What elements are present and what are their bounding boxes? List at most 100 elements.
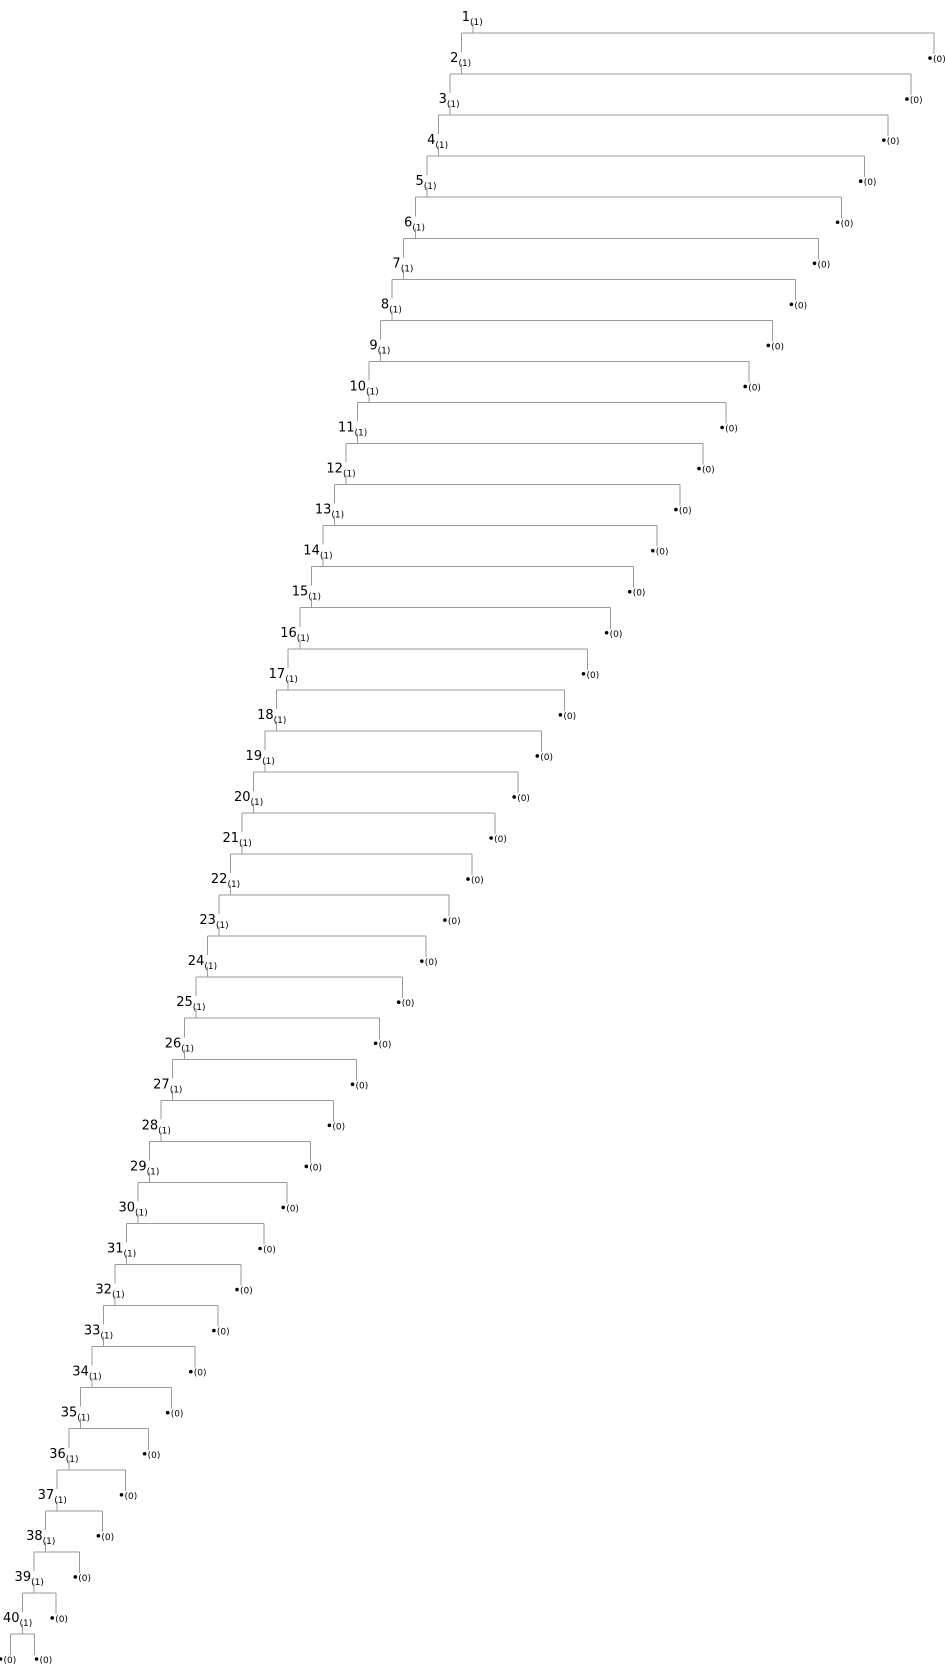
leaf-dot	[858, 179, 863, 183]
leaf-label: (0)	[818, 260, 831, 270]
node-label: 20	[234, 790, 251, 805]
leaf-dot	[697, 466, 701, 471]
leaf-label: (0)	[125, 1492, 138, 1502]
leaf-dot	[304, 1164, 309, 1169]
node-count: (1)	[470, 18, 483, 28]
leaf-label: (0)	[40, 1656, 53, 1666]
node-label: 28	[142, 1118, 159, 1133]
node-count: (1)	[112, 1291, 125, 1301]
node-count: (1)	[447, 100, 460, 110]
leaf-label: (0)	[910, 96, 923, 106]
node-label: 38	[26, 1529, 43, 1544]
leaf-dot	[835, 220, 840, 225]
node-label: 27	[153, 1077, 170, 1092]
node-label: 35	[61, 1406, 78, 1421]
leaf-label: (0)	[656, 548, 669, 558]
leaf-label: (0)	[379, 1040, 392, 1050]
node-count: (1)	[331, 511, 344, 521]
leaf-label: (0)	[148, 1451, 161, 1461]
leaf-dot	[581, 672, 586, 676]
leaf-dot	[651, 548, 655, 553]
binary-tree-diagram: 1 (1)(0)2 (1)(0)3 (1)(0)4 (1)(0)5 (1)(0)6 (1)(…	[0, 10, 945, 1666]
node-count: (1)	[31, 1578, 44, 1588]
leaf-dot	[96, 1534, 101, 1538]
node-label: 8	[381, 297, 389, 312]
leaf-dot	[535, 754, 540, 758]
leaf-label: (0)	[240, 1287, 253, 1297]
node-label: 26	[165, 1036, 182, 1051]
leaf-dot	[327, 1123, 332, 1128]
node-count: (1)	[435, 141, 448, 151]
node-label: 29	[130, 1159, 147, 1174]
leaf-dot	[882, 138, 886, 142]
node-count: (1)	[285, 675, 298, 685]
node-count: (1)	[458, 59, 471, 69]
leaf-label: (0)	[425, 958, 438, 968]
node-label: 15	[292, 585, 309, 600]
leaf-label: (0)	[356, 1081, 369, 1091]
node-count: (1)	[66, 1455, 79, 1465]
node-label: 22	[211, 872, 228, 887]
node-label: 36	[49, 1447, 66, 1462]
leaf-label: (0)	[771, 342, 784, 352]
leaf-label: (0)	[563, 712, 576, 722]
leaf-label: (0)	[887, 137, 900, 147]
leaf-dot	[766, 343, 771, 348]
leaf-label: (0)	[171, 1410, 184, 1420]
leaf-label: (0)	[55, 1615, 68, 1625]
leaf-label: (0)	[702, 466, 715, 476]
leaf-dot	[466, 877, 470, 881]
node-label: 37	[38, 1488, 55, 1503]
node-count: (1)	[227, 880, 240, 890]
leaf-dot	[119, 1493, 124, 1497]
node-count: (1)	[320, 552, 333, 562]
leaf-label: (0)	[794, 301, 807, 311]
leaf-dot	[189, 1369, 193, 1374]
node-label: 40	[3, 1611, 20, 1626]
leaf-dot	[928, 56, 932, 60]
node-count: (1)	[366, 387, 379, 397]
leaf-dot	[396, 1000, 401, 1004]
node-count: (1)	[343, 470, 356, 480]
leaf-label: (0)	[864, 178, 877, 188]
node-count: (1)	[193, 1003, 206, 1013]
leaf-label: (0)	[933, 55, 945, 65]
leaf-label: (0)	[263, 1246, 276, 1256]
leaf-dot	[350, 1082, 355, 1087]
node-count: (1)	[135, 1208, 148, 1218]
leaf-dot	[212, 1328, 216, 1333]
node-label: 12	[326, 462, 343, 477]
node-label: 6	[404, 215, 412, 230]
leaf-dot	[512, 795, 516, 799]
node-count: (1)	[424, 182, 437, 192]
node-count: (1)	[147, 1167, 160, 1177]
node-count: (1)	[378, 346, 391, 356]
node-count: (1)	[181, 1044, 194, 1054]
leaf-label: (0)	[332, 1122, 345, 1132]
node-count: (1)	[77, 1414, 90, 1424]
leaf-dot	[443, 918, 447, 922]
node-label: 5	[416, 174, 424, 189]
leaf-label: (0)	[494, 835, 507, 845]
leaf-label: (0)	[540, 753, 553, 763]
node-label: 7	[392, 256, 400, 271]
node-label: 39	[15, 1570, 32, 1585]
node-count: (1)	[43, 1537, 56, 1547]
node-count: (1)	[158, 1126, 171, 1136]
leaf-label: (0)	[471, 876, 484, 886]
leaf-label: (0)	[78, 1574, 91, 1584]
leaf-label: (0)	[101, 1533, 114, 1543]
leaf-dot	[165, 1410, 170, 1415]
node-label: 14	[303, 544, 320, 559]
leaf-dot	[674, 507, 678, 512]
leaf-dot	[235, 1287, 239, 1292]
leaf-dot	[905, 97, 909, 101]
leaf-dot	[812, 261, 817, 266]
node-label: 23	[199, 913, 216, 928]
node-count: (1)	[389, 305, 402, 315]
leaf-label: (0)	[748, 383, 761, 393]
node-label: 9	[369, 338, 377, 353]
leaf-dot	[142, 1451, 147, 1456]
leaf-dot	[34, 1657, 39, 1661]
node-count: (1)	[262, 757, 275, 767]
